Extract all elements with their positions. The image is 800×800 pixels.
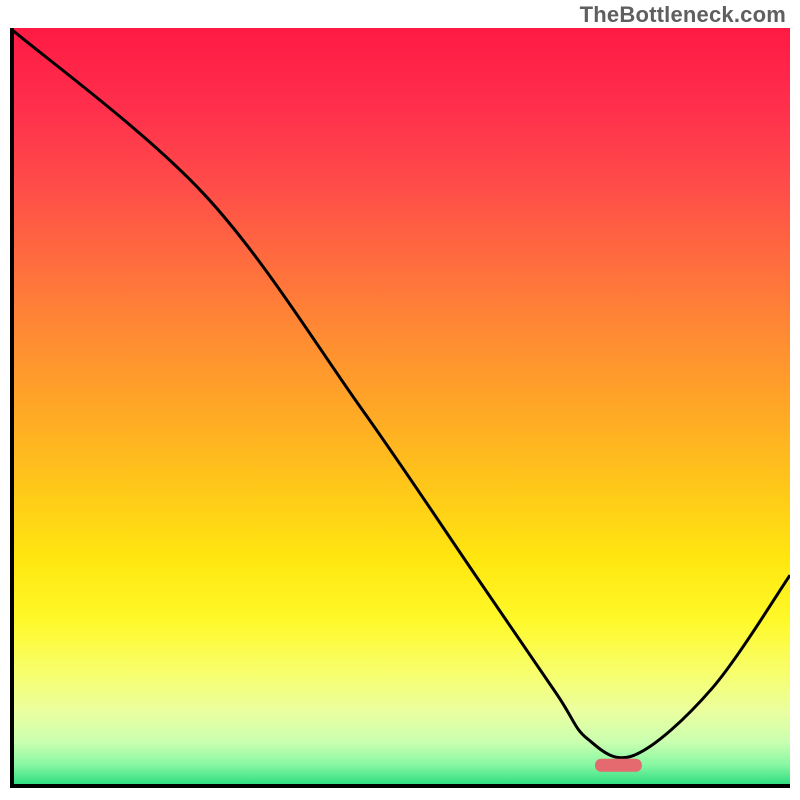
watermark: TheBottleneck.com [580,2,786,28]
chart-container: TheBottleneck.com [0,0,800,800]
bottleneck-chart [10,28,790,788]
optimal-range-marker [595,759,642,772]
gradient-background [10,28,790,788]
